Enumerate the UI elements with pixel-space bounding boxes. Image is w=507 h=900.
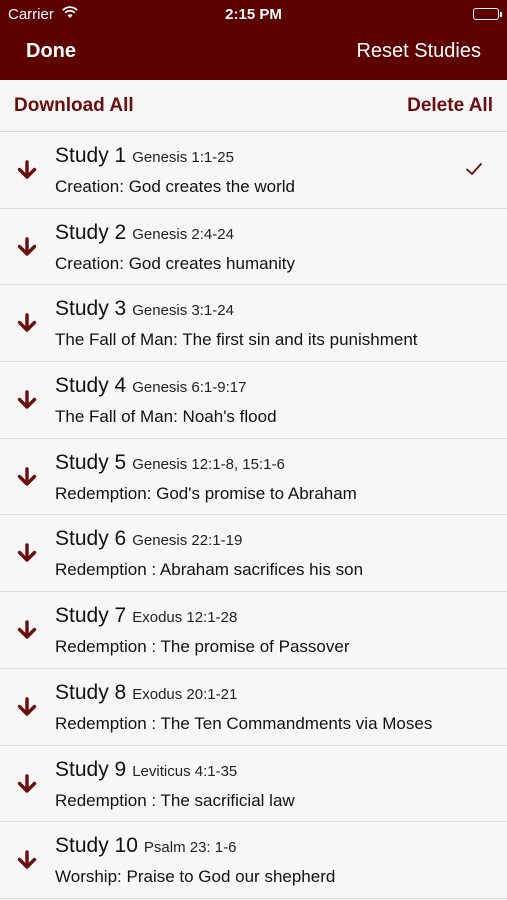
study-title-line: Study 10 Psalm 23: 1-6 [55, 834, 236, 858]
download-arrow-icon[interactable] [16, 312, 38, 334]
study-title: Study 9 [55, 757, 127, 781]
study-title-line: Study 3 Genesis 3:1-24 [55, 297, 234, 321]
study-reference: Psalm 23: 1-6 [143, 839, 237, 857]
study-description: Redemption : The sacrificial law [55, 790, 295, 810]
study-reference: Genesis 2:4-24 [132, 225, 234, 243]
list-item[interactable]: Study 3 Genesis 3:1-24 The Fall of Man: T… [0, 285, 507, 363]
study-title: Study 1 [55, 144, 127, 167]
checkmark-icon [465, 160, 483, 178]
study-title-line: Study 4 Genesis 6:1-9:17 [55, 374, 246, 398]
download-all-button[interactable]: Download All [14, 95, 134, 117]
study-description: Redemption : Abraham sacrifices his son [55, 560, 364, 580]
download-arrow-icon[interactable] [16, 159, 38, 181]
study-title-line: Study 8 Exodus 20:1-21 [55, 681, 237, 705]
study-list: Study 1 Genesis 1:1-25 Creation: God crea… [0, 132, 507, 899]
delete-all-button[interactable]: Delete All [407, 95, 493, 117]
list-item[interactable]: Study 2 Genesis 2:4-24 Creation: God crea… [0, 208, 507, 286]
study-title-line: Study 6 Genesis 22:1-19 [55, 527, 242, 551]
list-item[interactable]: Study 10 Psalm 23: 1-6 Worship: Praise to… [0, 822, 507, 899]
study-description: Redemption: God's promise to Abraham [55, 483, 357, 503]
study-title: Study 6 [55, 527, 127, 551]
study-title-line: Study 9 Leviticus 4:1-35 [55, 758, 237, 782]
download-arrow-icon[interactable] [16, 849, 38, 871]
study-reference: Genesis 6:1-9:17 [132, 379, 247, 397]
study-title: Study 8 [55, 680, 127, 704]
study-description: Creation: God creates humanity [55, 253, 296, 273]
study-title-line: Study 2 Genesis 2:4-24 [55, 221, 234, 245]
download-arrow-icon[interactable] [16, 773, 38, 795]
study-description: Creation: God creates the world [55, 177, 296, 196]
reset-studies-button[interactable]: Reset Studies [356, 40, 481, 63]
study-reference: Exodus 12:1-28 [132, 609, 238, 627]
toolbar: Download All Delete All [0, 80, 507, 132]
study-reference: Genesis 3:1-24 [132, 302, 234, 320]
list-item[interactable]: Study 5 Genesis 12:1-8, 15:1-6 Redemption… [0, 438, 507, 516]
study-title: Study 4 [55, 374, 127, 398]
download-arrow-icon[interactable] [16, 619, 38, 641]
download-arrow-icon[interactable] [16, 696, 38, 718]
download-arrow-icon[interactable] [16, 389, 38, 411]
study-reference: Genesis 22:1-19 [132, 532, 243, 550]
download-arrow-icon[interactable] [16, 236, 38, 258]
list-item[interactable]: Study 4 Genesis 6:1-9:17 The Fall of Man:… [0, 362, 507, 439]
study-title: Study 7 [55, 604, 127, 628]
done-button[interactable]: Done [26, 40, 76, 63]
download-arrow-icon[interactable] [16, 466, 38, 488]
download-arrow-icon[interactable] [16, 542, 38, 564]
list-item[interactable]: Study 9 Leviticus 4:1-35 Redemption : The… [0, 745, 507, 823]
status-time: 2:15 PM [225, 6, 282, 23]
list-item[interactable]: Study 7 Exodus 12:1-28 Redemption : The p… [0, 592, 507, 669]
study-title-line: Study 5 Genesis 12:1-8, 15:1-6 [55, 451, 285, 475]
study-description: Redemption : The promise of Passover [55, 637, 350, 657]
list-item[interactable]: Study 1 Genesis 1:1-25 Creation: God crea… [0, 132, 507, 209]
study-description: Redemption : The Ten Commandments via Mo… [55, 713, 433, 733]
study-reference: Leviticus 4:1-35 [132, 762, 238, 780]
study-reference: Genesis 12:1-8, 15:1-6 [132, 455, 285, 473]
status-bar: Carrier 2:15 PM [0, 0, 507, 28]
study-reference: Genesis 1:1-25 [132, 149, 234, 166]
list-item[interactable]: Study 6 Genesis 22:1-19 Redemption : Abra… [0, 515, 507, 593]
study-title: Study 10 [55, 834, 138, 858]
study-title: Study 2 [55, 220, 127, 244]
battery-icon [473, 8, 502, 20]
study-description: Worship: Praise to God our shepherd [55, 867, 336, 887]
study-reference: Exodus 20:1-21 [132, 685, 238, 703]
study-description: The Fall of Man: Noah's flood [55, 407, 277, 427]
study-description: The Fall of Man: The first sin and its p… [55, 330, 418, 350]
header: Carrier 2:15 PM Done Reset Studies [0, 0, 507, 80]
study-title-line: Study 7 Exodus 12:1-28 [55, 604, 237, 628]
study-title-line: Study 1 Genesis 1:1-25 [55, 144, 234, 168]
study-title: Study 5 [55, 450, 127, 474]
list-item[interactable]: Study 8 Exodus 20:1-21 Redemption : The T… [0, 668, 507, 746]
study-title: Study 3 [55, 297, 127, 321]
